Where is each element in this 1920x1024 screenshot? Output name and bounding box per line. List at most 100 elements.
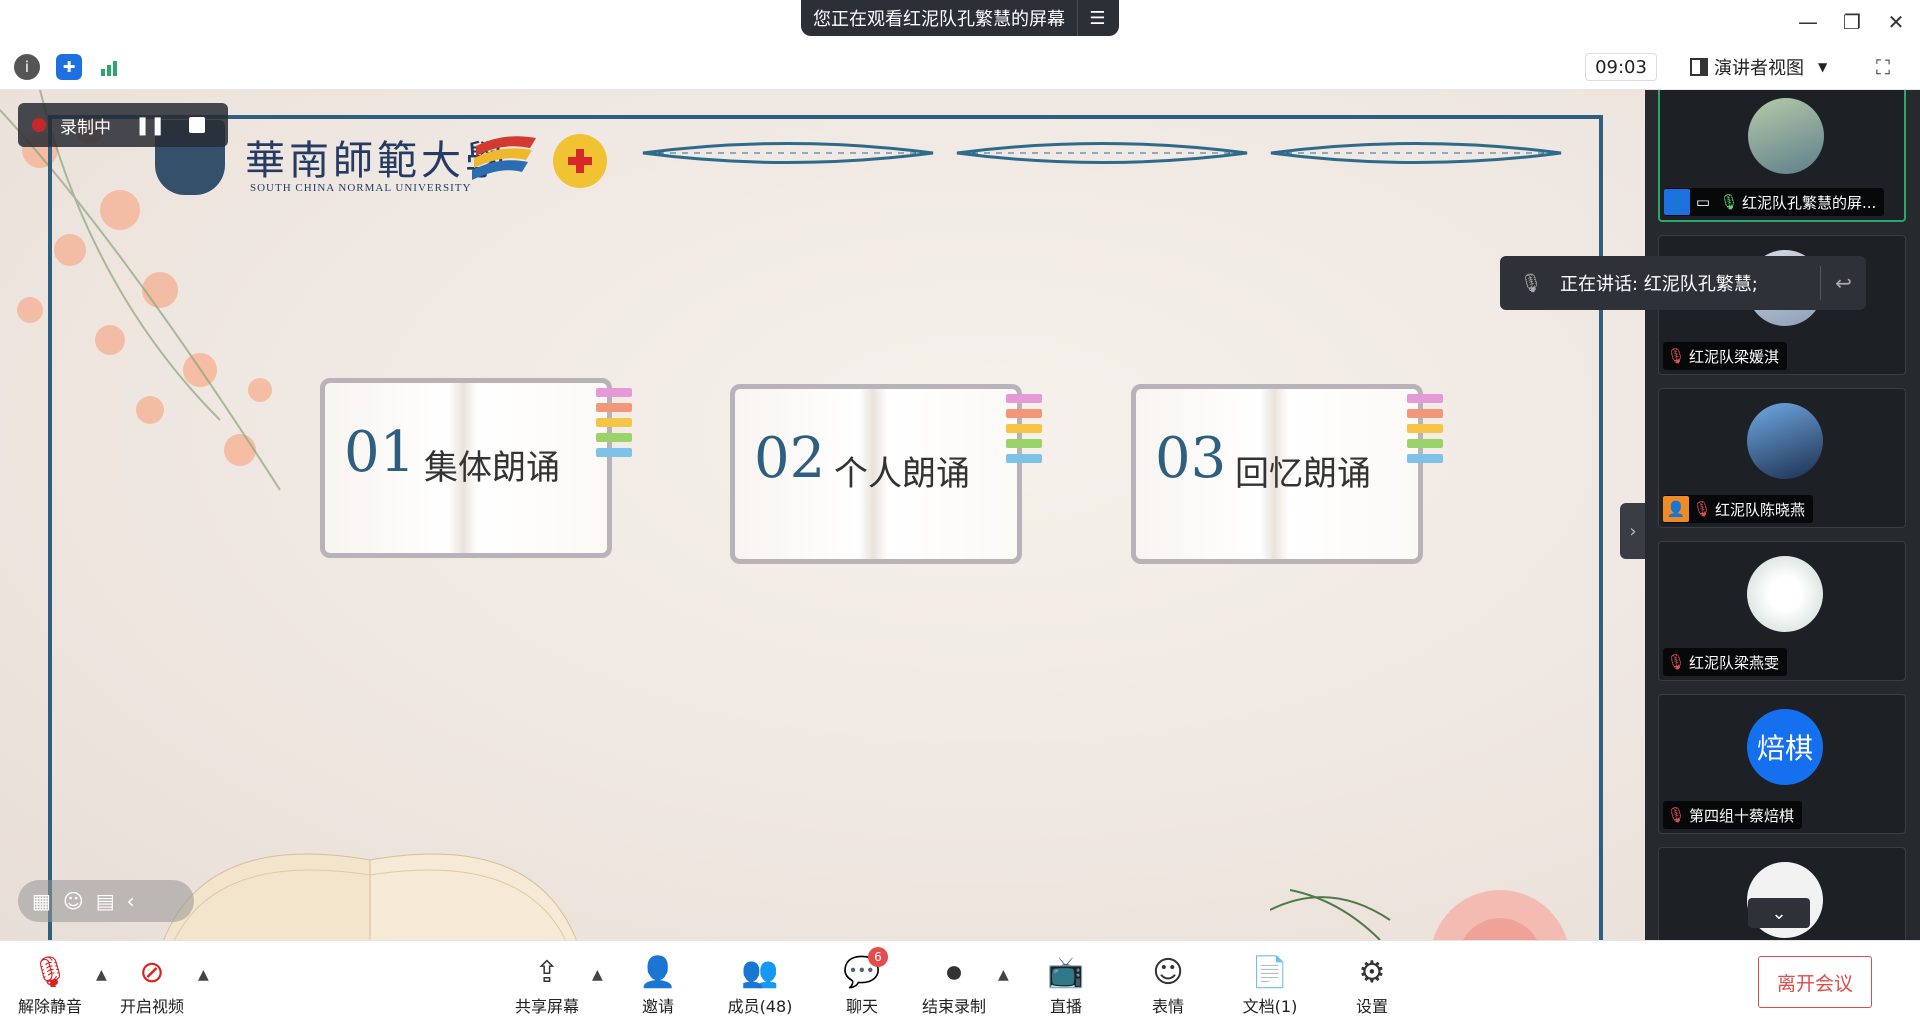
gear-icon: ⚙ — [1358, 954, 1386, 990]
chat-button[interactable]: 💬 6 聊天 — [814, 947, 910, 1019]
host-icon: 👤 — [1664, 189, 1690, 215]
settings-button[interactable]: ⚙ 设置 — [1324, 953, 1420, 1019]
mic-muted-icon: 🎙 — [1519, 272, 1543, 294]
rose-decoration — [1270, 889, 1568, 940]
share-banner-text: 您正在观看红泥队孔繁慧的屏幕 — [813, 9, 1065, 30]
participant-name-bar: 👤 🎙 红泥队陈晓燕 — [1663, 495, 1814, 523]
shared-screen: 華南師範大學 SOUTH CHINA NORMAL UNIVERSITY 01 … — [0, 90, 1645, 940]
settings-label: 设置 — [1355, 997, 1388, 1016]
unmute-button[interactable]: 🎙 解除静音 — [2, 953, 98, 1019]
participant-tile[interactable]: 🎙 红泥队梁燕雯 — [1658, 541, 1906, 681]
participant-name: 红泥队梁燕雯 — [1689, 653, 1780, 672]
stop-record-icon: ⏺ — [946, 954, 962, 990]
emoji-icon: ☺ — [1152, 954, 1184, 990]
mic-muted-icon: 🎙 — [1666, 653, 1686, 671]
end-record-label: 结束录制 — [921, 997, 986, 1016]
participant-name: 第四组十蔡焙棋 — [1689, 806, 1795, 825]
docs-label: 文档(1) — [1242, 997, 1298, 1016]
title-bar: 您正在观看红泥队孔繁慧的屏幕 ☰ — ❐ ✕ — [0, 0, 1920, 44]
video-options-caret[interactable]: ▲ — [198, 967, 209, 983]
control-bar: 🎙 解除静音 ▲ ⊘ 开启视频 ▲ ⇪ 共享屏幕 ▲ 👤 邀请 👥 成员(48)… — [0, 940, 1920, 1024]
card-number: 01 — [344, 420, 416, 485]
reply-icon[interactable]: ↩ — [1820, 266, 1866, 300]
reactions-label: 表情 — [1151, 997, 1184, 1016]
avatar: 焙棋 — [1747, 709, 1823, 785]
leave-meeting-button[interactable]: 离开会议 — [1758, 956, 1872, 1008]
recording-label: 录制中 — [60, 117, 111, 138]
view-mode-dropdown[interactable]: 演讲者视图 ▼ — [1690, 53, 1827, 81]
ornament-border — [956, 142, 1248, 164]
avatar — [1747, 556, 1823, 632]
signal-icon[interactable] — [98, 54, 124, 80]
annotation-toolbar: ▦ ☺ ▤ ‹ — [18, 880, 194, 922]
layout-icon — [1690, 58, 1708, 76]
members-label: 成员(48) — [727, 997, 793, 1016]
share-options-caret[interactable]: ▲ — [592, 967, 603, 983]
shield-icon[interactable]: ✚ — [56, 54, 82, 80]
fullscreen-icon[interactable]: ⛶ — [1870, 54, 1896, 80]
agenda-card-2: 02 个人朗诵 — [730, 384, 1042, 564]
comment-icon[interactable]: ▤ — [96, 889, 115, 913]
mic-muted-icon: 🎙 — [1666, 347, 1686, 365]
collapse-left-icon[interactable]: ‹ — [127, 889, 135, 913]
recording-dot-icon — [32, 118, 46, 132]
close-icon[interactable]: ✕ — [1878, 8, 1914, 36]
participant-name: 红泥队陈晓燕 — [1715, 500, 1806, 519]
mic-muted-icon: 🎙 — [1666, 806, 1686, 824]
mic-on-icon: 🎙 — [1719, 193, 1739, 211]
mic-muted-icon: 🎙 — [1692, 500, 1712, 518]
scroll-down-button[interactable]: ⌄ — [1748, 898, 1810, 928]
panel-collapse-button[interactable]: › — [1620, 503, 1646, 559]
invite-label: 邀请 — [641, 997, 674, 1016]
members-button[interactable]: 👥 成员(48) — [712, 953, 808, 1019]
agenda-card-1: 01 集体朗诵 — [320, 378, 632, 558]
participant-name-bar: 🎙 第四组十蔡焙棋 — [1663, 801, 1803, 829]
speaking-text: 正在讲话: 红泥队孔繁慧; — [1560, 274, 1758, 295]
card-number: 03 — [1155, 426, 1227, 491]
stop-icon[interactable] — [189, 117, 206, 133]
chevron-down-icon: ▼ — [1818, 60, 1828, 74]
avatar — [1748, 98, 1824, 174]
invite-button[interactable]: 👤 邀请 — [610, 953, 706, 1019]
restore-icon[interactable]: ❐ — [1834, 8, 1870, 36]
ornament-border — [642, 142, 934, 164]
participant-tile[interactable]: 👤 🎙 红泥队陈晓燕 — [1658, 388, 1906, 528]
avatar — [1747, 403, 1823, 479]
ornament-border — [1270, 142, 1562, 164]
share-screen-label: 共享屏幕 — [514, 997, 579, 1016]
participant-name: 红泥队梁媛淇 — [1689, 347, 1780, 366]
speaking-indicator: 🎙 正在讲话: 红泥队孔繁慧; ↩ — [1500, 256, 1866, 310]
pause-icon[interactable]: ❚❚ — [135, 115, 165, 136]
start-video-button[interactable]: ⊘ 开启视频 — [104, 953, 200, 1019]
screen-share-banner[interactable]: 您正在观看红泥队孔繁慧的屏幕 ☰ — [801, 0, 1119, 36]
info-icon[interactable]: i — [14, 54, 40, 80]
live-button[interactable]: 📺 直播 — [1018, 953, 1114, 1019]
participant-name-bar: 🎙 红泥队梁媛淇 — [1663, 342, 1788, 370]
share-screen-button[interactable]: ⇪ 共享屏幕 — [499, 953, 595, 1019]
grid-icon[interactable]: ▦ — [32, 889, 51, 913]
document-icon: 📄 — [1251, 954, 1289, 990]
live-label: 直播 — [1049, 997, 1082, 1016]
add-user-icon: 👤 — [639, 954, 677, 990]
recording-bar: 录制中 ❚❚ — [18, 103, 228, 147]
unmute-label: 解除静音 — [17, 997, 82, 1016]
participant-name: 红泥队孔繁慧的屏... — [1742, 193, 1877, 212]
live-icon: 📺 — [1047, 954, 1085, 990]
bookmark-tabs — [1006, 394, 1042, 469]
reactions-button[interactable]: ☺ 表情 — [1120, 953, 1216, 1019]
emoji-icon[interactable]: ☺ — [63, 889, 84, 913]
bookmark-tabs — [596, 388, 632, 463]
members-icon: 👥 — [741, 954, 779, 990]
card-label: 个人朗诵 — [834, 454, 970, 494]
docs-button[interactable]: 📄 文档(1) — [1222, 953, 1318, 1019]
menu-icon[interactable]: ☰ — [1077, 0, 1117, 36]
chat-label: 聊天 — [845, 997, 878, 1016]
university-subtitle: SOUTH CHINA NORMAL UNIVERSITY — [250, 182, 472, 194]
participant-tile[interactable]: 👤 ▭ 🎙 红泥队孔繁慧的屏... — [1658, 90, 1906, 222]
end-record-button[interactable]: ⏺ 结束录制 — [906, 953, 1002, 1019]
record-options-caret[interactable]: ▲ — [998, 967, 1009, 983]
participant-tile[interactable]: 焙棋 🎙 第四组十蔡焙棋 — [1658, 694, 1906, 834]
chat-badge: 6 — [868, 947, 888, 967]
minimize-icon[interactable]: — — [1790, 8, 1826, 36]
mic-muted-icon: 🎙 — [30, 954, 70, 990]
